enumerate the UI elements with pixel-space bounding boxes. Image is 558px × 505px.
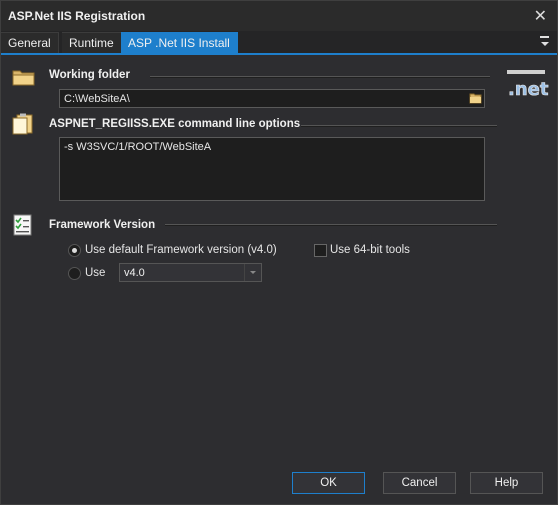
options-divider [301,125,497,127]
tab-runtime[interactable]: Runtime [62,32,122,53]
default-framework-radio[interactable] [68,244,81,257]
framework-divider [165,224,497,226]
chevron-down-icon[interactable] [244,264,261,281]
close-icon[interactable]: ✕ [534,6,547,26]
options-textarea[interactable]: -s W3SVC/1/ROOT/WebSiteA [59,137,485,201]
framework-title: Framework Version [49,219,156,231]
cancel-button[interactable]: Cancel [383,472,456,494]
working-folder-value: C:\WebSiteA\ [64,93,130,105]
clipboard-icon [12,113,33,135]
window-title: ASP.Net IIS Registration [8,9,146,23]
working-folder-title: Working folder [49,69,130,81]
tab-strip: General Runtime ASP .Net IIS Install [1,31,557,55]
dotnet-logo: .net [507,70,549,99]
options-value: -s W3SVC/1/ROOT/WebSiteA [64,141,212,153]
framework-version-value: v4.0 [124,267,145,279]
framework-version-select[interactable]: v4.0 [119,263,262,282]
use-version-radio[interactable] [68,267,81,280]
title-bar: ASP.Net IIS Registration ✕ [1,1,557,31]
help-button[interactable]: Help [470,472,543,494]
svg-text:.net: .net [508,79,549,99]
checklist-icon [13,214,32,236]
use-version-label: Use [85,267,106,279]
use-64bit-label: Use 64-bit tools [330,244,410,256]
dialog-window: ASP.Net IIS Registration ✕ General Runti… [0,0,558,505]
ok-button[interactable]: OK [292,472,365,494]
working-folder-input[interactable]: C:\WebSiteA\ [59,89,485,108]
folder-browse-icon[interactable] [469,91,483,105]
default-framework-label: Use default Framework version (v4.0) [85,244,277,256]
tab-underline [1,53,557,55]
working-folder-divider [150,76,490,78]
options-title: ASPNET_REGIISS.EXE command line options [49,118,301,130]
tab-menu-icon[interactable] [540,36,551,48]
tab-general[interactable]: General [1,32,59,53]
tab-aspnet-iis-install[interactable]: ASP .Net IIS Install [121,32,238,53]
folder-icon [12,70,35,86]
use-64bit-checkbox[interactable] [314,244,327,257]
